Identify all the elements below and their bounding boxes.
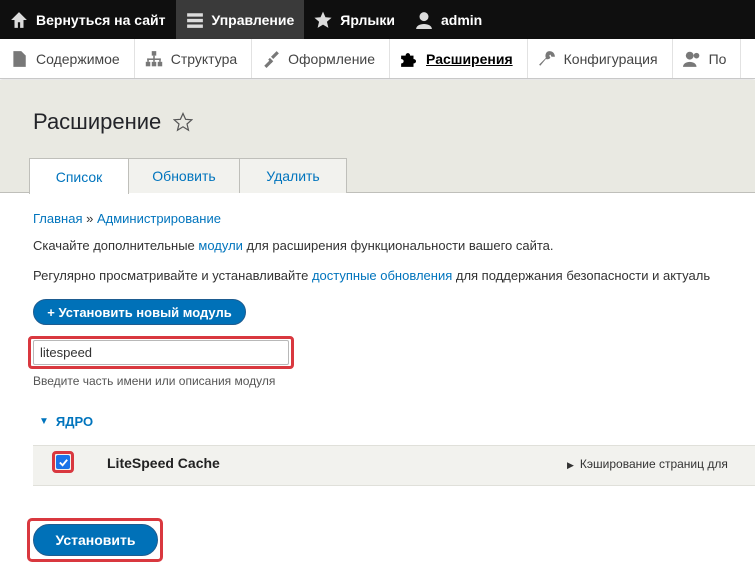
shortcut-star-icon[interactable]: [173, 112, 193, 132]
breadcrumb-home-link[interactable]: Главная: [33, 211, 82, 226]
triangle-right-icon: ▶: [567, 460, 574, 470]
tray-label-people: По: [708, 50, 727, 67]
star-icon: [314, 11, 332, 29]
admin-tray: Содержимое Структура Оформление Расширен…: [0, 39, 755, 79]
page-title: Расширение: [33, 109, 162, 134]
tray-item-configuration[interactable]: Конфигурация: [528, 39, 673, 78]
tray-label-structure: Структура: [170, 50, 238, 67]
tab-list[interactable]: Список: [29, 158, 129, 194]
tray-label-content: Содержимое: [36, 50, 120, 67]
core-section-toggle[interactable]: ▼ ЯДРО: [39, 414, 93, 429]
file-icon: [10, 50, 28, 68]
shortcuts-label: Ярлыки: [340, 11, 395, 28]
user-menu[interactable]: admin: [405, 0, 492, 39]
tray-item-people[interactable]: По: [673, 39, 742, 78]
tray-item-structure[interactable]: Структура: [135, 39, 253, 78]
module-filter-input[interactable]: [33, 340, 289, 365]
module-enable-checkbox[interactable]: [56, 455, 70, 469]
intro-text: Скачайте дополнительные: [33, 238, 199, 253]
paintbrush-icon: [262, 50, 280, 68]
user-icon: [415, 11, 433, 29]
filter-hint: Введите часть имени или описания модуля: [33, 374, 276, 388]
manage-label: Управление: [211, 11, 295, 28]
modules-link[interactable]: модули: [198, 238, 243, 253]
people-icon: [682, 50, 701, 68]
intro-paragraph-modules: Скачайте дополнительные модули для расши…: [33, 238, 554, 253]
tab-update[interactable]: Обновить: [128, 158, 240, 193]
tray-label-appearance: Оформление: [288, 50, 376, 67]
user-label: admin: [441, 11, 483, 28]
tray-item-appearance[interactable]: Оформление: [252, 39, 391, 78]
triangle-down-icon: ▼: [39, 416, 49, 427]
core-section-label: ЯДРО: [55, 414, 94, 429]
breadcrumb: Главная » Администрирование: [33, 211, 221, 226]
module-description: Кэширование страниц для: [579, 457, 728, 471]
tab-uninstall[interactable]: Удалить: [239, 158, 347, 193]
available-updates-link[interactable]: доступные обновления: [312, 268, 452, 283]
admin-toolbar: Вернуться на сайт Управление Ярлыки admi…: [0, 0, 755, 39]
home-icon: [10, 11, 28, 29]
intro-text: для поддержания безопасности и актуаль: [452, 268, 711, 283]
intro-text: Регулярно просматривайте и устанавливайт…: [33, 268, 312, 283]
module-description-toggle[interactable]: ▶ Кэширование страниц для: [567, 457, 728, 471]
hamburger-menu-icon: [186, 11, 204, 29]
tray-label-extend: Расширения: [426, 50, 513, 67]
checkmark-icon: [58, 458, 68, 467]
manage-menu[interactable]: Управление: [175, 0, 305, 39]
intro-text: для расширения функциональности вашего с…: [242, 238, 554, 253]
wrench-icon: [538, 50, 556, 68]
primary-tabs: Список Обновить Удалить: [29, 158, 347, 194]
install-button[interactable]: Установить: [33, 524, 158, 556]
module-name: LiteSpeed Cache: [107, 455, 220, 471]
intro-paragraph-updates: Регулярно просматривайте и устанавливайт…: [33, 268, 710, 283]
tray-item-extend[interactable]: Расширения: [390, 39, 528, 78]
back-to-site-label: Вернуться на сайт: [36, 11, 166, 28]
breadcrumb-separator: »: [86, 211, 94, 226]
sitemap-icon: [145, 50, 163, 68]
puzzle-icon: [400, 50, 418, 68]
install-new-module-button[interactable]: + Установить новый модуль: [33, 299, 246, 325]
tray-item-content[interactable]: Содержимое: [0, 39, 135, 78]
tray-label-configuration: Конфигурация: [563, 50, 658, 67]
back-to-site-link[interactable]: Вернуться на сайт: [0, 0, 176, 39]
breadcrumb-admin-link[interactable]: Администрирование: [97, 211, 221, 226]
shortcuts-menu[interactable]: Ярлыки: [304, 0, 405, 39]
